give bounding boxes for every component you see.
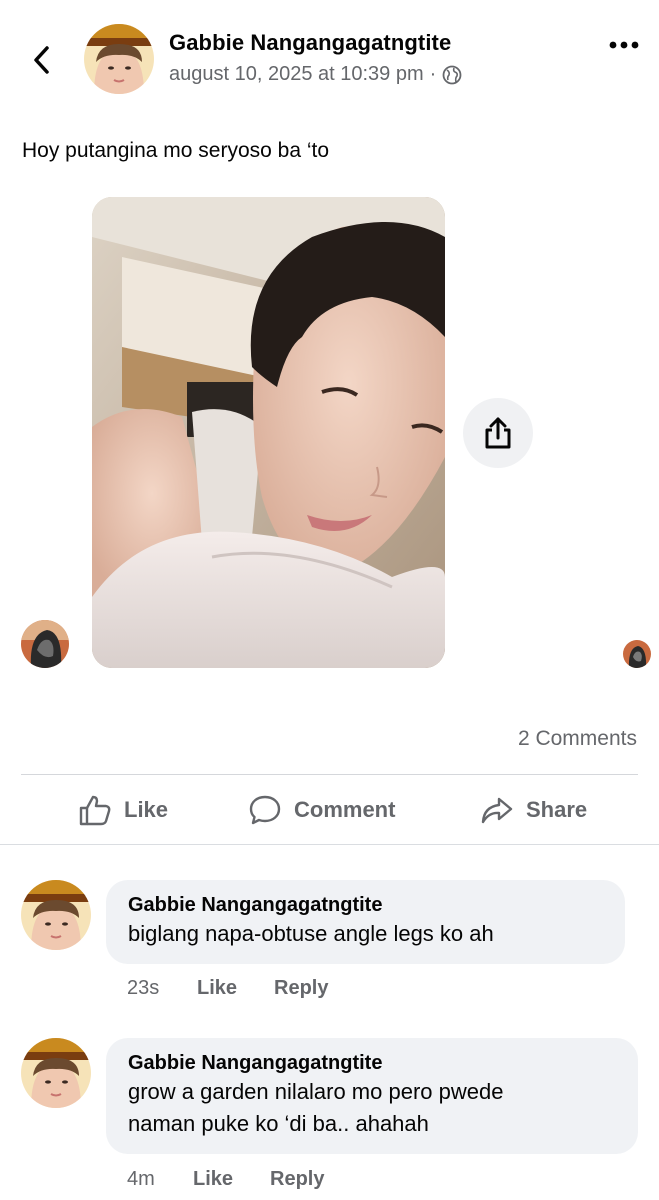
- comment-bubble[interactable]: Gabbie Nangangagatngtite biglang napa-ob…: [106, 880, 625, 964]
- share-button[interactable]: Share: [480, 776, 587, 844]
- author-avatar[interactable]: [84, 24, 154, 94]
- comment-label: Comment: [294, 797, 396, 822]
- comment-time: 23s: [127, 977, 160, 999]
- viewer-avatar-left[interactable]: [21, 620, 69, 668]
- share-upload-icon: [485, 417, 511, 449]
- share-label: Share: [526, 797, 588, 822]
- post-meta: august 10, 2025 at 10:39 pm ·: [169, 63, 462, 86]
- more-dots-icon: [609, 41, 639, 49]
- comment-meta: 4m Like Reply: [127, 1168, 324, 1191]
- post-text: Hoy putangina mo seryoso ba ‘to: [22, 139, 330, 162]
- comment-like-button[interactable]: Like: [197, 977, 274, 1000]
- like-button[interactable]: Like: [78, 776, 168, 844]
- post-header: Gabbie Nangangagatngtite august 10, 2025…: [0, 0, 659, 120]
- thumbs-up-icon: [79, 795, 111, 826]
- comment-text: biglang napa-obtuse angle legs ko ah: [128, 921, 494, 946]
- comment-bubble-icon: [249, 795, 281, 825]
- divider: [0, 844, 659, 845]
- comment-bubble[interactable]: Gabbie Nangangagatngtite grow a garden n…: [106, 1038, 638, 1154]
- more-options-button[interactable]: [606, 30, 642, 60]
- post-photo[interactable]: [92, 197, 445, 668]
- comment-author[interactable]: Gabbie Nangangagatngtite: [128, 1050, 616, 1076]
- post-timestamp[interactable]: august 10, 2025 at 10:39 pm: [169, 63, 424, 86]
- comment-reply-button[interactable]: Reply: [274, 977, 328, 1000]
- comment-like-button[interactable]: Like: [193, 1168, 270, 1191]
- like-label: Like: [124, 797, 169, 822]
- comment-author[interactable]: Gabbie Nangangagatngtite: [128, 892, 603, 918]
- divider: [21, 774, 638, 775]
- comment-avatar[interactable]: [21, 880, 91, 950]
- viewer-avatar-right[interactable]: [623, 640, 651, 668]
- meta-separator: ·: [429, 63, 437, 85]
- comment-time: 4m: [127, 1168, 155, 1190]
- back-arrow-icon: [34, 46, 49, 74]
- comment-avatar[interactable]: [21, 1038, 91, 1108]
- comment-reply-button[interactable]: Reply: [270, 1168, 324, 1191]
- comments-count[interactable]: 2 Comments: [518, 727, 637, 751]
- comment-text-line: grow a garden nilalaro mo pero pwede: [128, 1079, 504, 1104]
- globe-icon: [442, 65, 462, 84]
- share-photo-button[interactable]: [463, 398, 533, 468]
- comment-button[interactable]: Comment: [248, 776, 395, 844]
- back-button[interactable]: [26, 40, 58, 80]
- comment-meta: 23s Like Reply: [127, 977, 328, 1000]
- author-name[interactable]: Gabbie Nangangagatngtite: [169, 30, 451, 56]
- share-arrow-icon: [481, 797, 513, 824]
- comment-text-line: naman puke ko ‘di ba.. ahahah: [128, 1111, 429, 1136]
- post-actions-bar: Like Comment Share: [0, 776, 659, 844]
